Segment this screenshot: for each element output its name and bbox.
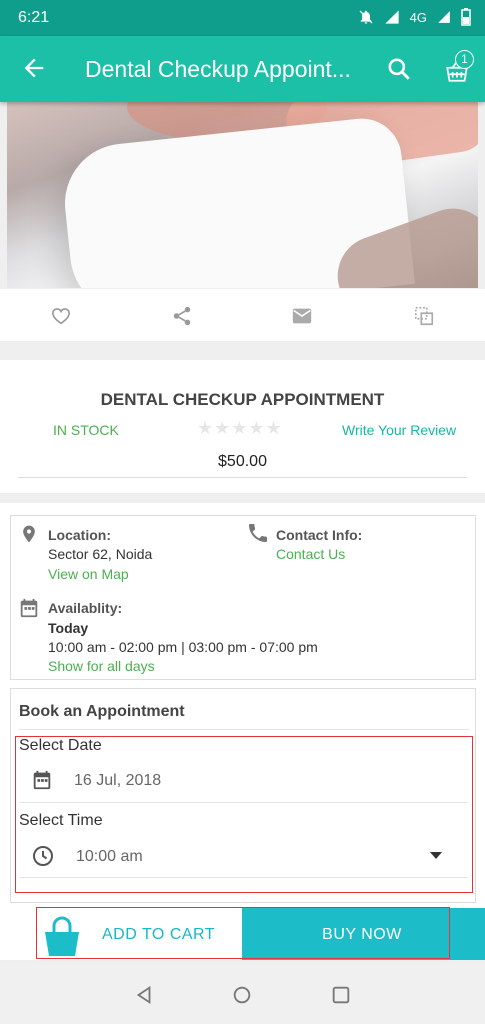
show-all-days-link[interactable]: Show for all days (48, 658, 155, 674)
heart-icon[interactable] (49, 305, 73, 327)
status-icons: 4G (358, 8, 471, 26)
mute-icon (359, 10, 373, 24)
product-actions-row (0, 289, 485, 341)
product-price: $50.00 (218, 453, 267, 470)
location-label: Location: (48, 527, 111, 543)
nav-home-icon[interactable] (231, 984, 253, 1006)
phone-icon (249, 524, 267, 542)
back-arrow-icon[interactable] (20, 54, 48, 82)
details-card: Location: Sector 62, Noida View on Map C… (0, 503, 485, 908)
write-review-link[interactable]: Write Your Review (342, 422, 456, 438)
page-title: Dental Checkup Appoint... (85, 56, 351, 82)
availability-day: Today (48, 620, 89, 636)
booking-title: Book an Appointment (19, 703, 185, 720)
bottom-action-bar: ADD TO CART BUY NOW (0, 907, 485, 960)
signal-icon-2 (438, 11, 450, 23)
battery-icon (461, 8, 471, 26)
calendar-icon (20, 598, 38, 618)
location-value: Sector 62, Noida (48, 546, 153, 562)
cart-count-badge: 1 (455, 50, 474, 69)
stock-status: IN STOCK (53, 422, 119, 438)
status-bar: 6:21 4G (0, 0, 485, 36)
highlight-frame (36, 907, 450, 959)
network-type: 4G (409, 9, 427, 25)
signal-icon (384, 10, 399, 24)
booking-section: Book an Appointment Select Date 16 Jul, … (10, 688, 476, 903)
location-pin-icon (23, 525, 35, 543)
app-bar: Dental Checkup Appoint... 1 (0, 36, 485, 102)
nav-recents-icon[interactable] (330, 984, 352, 1006)
product-name: DENTAL CHECKUP APPOINTMENT (100, 390, 385, 409)
search-icon[interactable] (386, 56, 412, 82)
view-on-map-link[interactable]: View on Map (48, 566, 129, 582)
share-icon[interactable] (170, 305, 194, 327)
highlight-frame (15, 736, 473, 893)
divider (18, 477, 467, 478)
contact-label: Contact Info: (276, 527, 363, 543)
divider (19, 729, 469, 730)
compare-icon[interactable] (412, 305, 436, 327)
product-image (7, 102, 478, 288)
product-summary-card: DENTAL CHECKUP APPOINTMENT IN STOCK ★★★★… (0, 360, 485, 493)
contact-us-link[interactable]: Contact Us (276, 546, 345, 562)
availability-hours: 10:00 am - 02:00 pm | 03:00 pm - 07:00 p… (48, 639, 318, 655)
status-time: 6:21 (18, 9, 50, 26)
info-box: Location: Sector 62, Noida View on Map C… (10, 515, 476, 680)
nav-back-icon[interactable] (133, 984, 155, 1006)
system-nav-bar (0, 966, 485, 1024)
email-icon[interactable] (290, 305, 314, 327)
rating-stars: ★★★★★ (197, 418, 283, 438)
availability-label: Availablity: (48, 600, 123, 616)
